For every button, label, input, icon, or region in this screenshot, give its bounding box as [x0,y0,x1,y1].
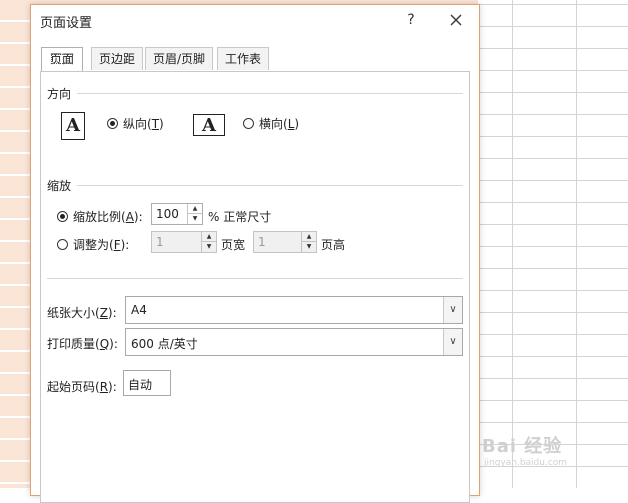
fit-wide-value: 1 [156,235,164,249]
portrait-radio-label: 纵向(T) [123,117,164,131]
fit-wide-spinner-buttons: ▲ ▼ [201,232,216,252]
paper-size-value: A4 [131,303,147,317]
landscape-radio[interactable]: 横向(L) [243,115,299,132]
tab-header-footer-label: 页眉/页脚 [153,52,206,66]
fit-tall-label: 页高 [321,238,346,252]
tab-margins[interactable]: 页边距 [91,47,144,70]
tab-margins-label: 页边距 [99,52,136,66]
scale-spinner-buttons: ▲ ▼ [187,204,202,224]
scale-unit-label: % 正常尺寸 [208,210,272,224]
landscape-radio-label: 横向(L) [259,117,300,131]
fit-tall-up-arrow-icon[interactable]: ▲ [302,232,316,242]
first-page-number-input[interactable]: 自动 [123,370,171,396]
chevron-down-icon[interactable]: ∨ [443,297,462,323]
scale-up-arrow-icon[interactable]: ▲ [188,204,202,214]
paper-size-select[interactable]: A4 ∨ [125,296,463,324]
fit-tall-spinner[interactable]: 1 ▲ ▼ [253,231,317,253]
print-quality-value: 600 点/英寸 [131,337,198,351]
tab-panel-page: 方向 A 纵向(T) A 横向(L) 缩放 缩放比例(A): 100 ▲ ▼ %… [40,71,470,503]
print-quality-label: 打印质量(Q): [47,337,118,351]
scale-down-arrow-icon[interactable]: ▼ [188,214,202,224]
tab-sheet-label: 工作表 [225,52,262,66]
fit-wide-label: 页宽 [221,238,246,252]
tab-page-label: 页面 [50,52,75,66]
tab-page[interactable]: 页面 [41,47,84,72]
dialog-title: 页面设置 [40,16,93,31]
portrait-icon: A [61,112,85,140]
paper-size-label: 纸张大小(Z): [47,306,117,320]
fit-tall-value: 1 [258,235,266,249]
close-button[interactable] [441,9,471,31]
fit-to-radio[interactable]: 调整为(F): [57,236,129,253]
scale-radio-dot[interactable] [57,211,68,222]
portrait-radio-dot[interactable] [107,118,118,129]
orientation-divider [77,93,463,94]
tab-sheet[interactable]: 工作表 [217,47,270,70]
page-setup-dialog: 页面设置 ? 页面 页边距 页眉/页脚 工作表 方向 A 纵向(T) A 横向(… [30,4,480,503]
dialog-titlebar[interactable]: 页面设置 ? [31,5,479,35]
orientation-section-label: 方向 [47,87,72,101]
portrait-radio[interactable]: 纵向(T) [107,115,164,132]
scale-spinner[interactable]: 100 ▲ ▼ [151,203,203,225]
scale-value: 100 [156,207,179,221]
scale-radio[interactable]: 缩放比例(A): [57,208,143,225]
fit-wide-spinner[interactable]: 1 ▲ ▼ [151,231,217,253]
scaling-divider [77,185,463,186]
first-page-number-label: 起始页码(R): [47,380,117,394]
fit-wide-down-arrow-icon[interactable]: ▼ [202,242,216,252]
tab-header-footer[interactable]: 页眉/页脚 [145,47,214,70]
fit-tall-spinner-buttons: ▲ ▼ [301,232,316,252]
close-icon [450,14,462,26]
print-quality-select[interactable]: 600 点/英寸 ∨ [125,328,463,356]
scaling-section-label: 缩放 [47,179,72,193]
landscape-radio-dot[interactable] [243,118,254,129]
fit-to-radio-dot[interactable] [57,239,68,250]
fit-to-radio-label: 调整为(F): [73,238,130,252]
help-button[interactable]: ? [397,9,425,31]
spreadsheet-grid[interactable] [478,0,628,488]
paper-divider [47,278,463,279]
landscape-icon: A [193,114,225,136]
scale-radio-label: 缩放比例(A): [73,210,143,224]
chevron-down-icon[interactable]: ∨ [443,329,462,355]
fit-wide-up-arrow-icon[interactable]: ▲ [202,232,216,242]
fit-tall-down-arrow-icon[interactable]: ▼ [302,242,316,252]
